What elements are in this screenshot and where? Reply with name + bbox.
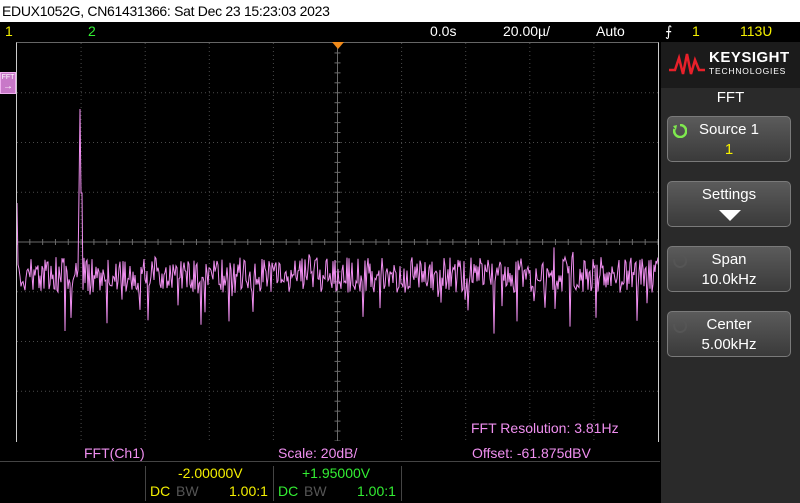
divider	[0, 461, 660, 462]
center-softkey[interactable]: Center 5.00kHz	[667, 311, 791, 357]
fft-offset-readout: Offset: -61.875dBV	[472, 445, 591, 461]
window-title: EDUX1052G, CN61431366: Sat Dec 23 15:23:…	[2, 3, 330, 19]
separator	[145, 466, 146, 501]
waveform-display[interactable]	[16, 42, 659, 442]
trigger-mode: Auto	[596, 23, 625, 39]
span-value: 10.0kHz	[701, 271, 757, 288]
brand-name: KEYSIGHT	[709, 49, 790, 66]
span-softkey[interactable]: Span 10.0kHz	[667, 246, 791, 292]
separator	[273, 466, 274, 501]
settings-softkey[interactable]: Settings	[667, 181, 791, 227]
ch2-coupling: DC	[278, 483, 299, 499]
fft-source-readout[interactable]: FFT(Ch1)	[84, 445, 145, 461]
fft-marker-label: FFT	[1, 74, 15, 81]
fft-resolution: FFT Resolution: 3.81Hz	[471, 420, 619, 436]
settings-label: Settings	[701, 186, 757, 203]
title-bar: EDUX1052G, CN61431366: Sat Dec 23 15:23:…	[0, 0, 800, 22]
trigger-position-icon	[332, 42, 344, 49]
source-softkey[interactable]: Source 1 1	[667, 116, 791, 162]
ch1-probe: 1.00:1	[229, 483, 268, 499]
horizontal-delay: 0.0s	[430, 23, 457, 39]
channel-info: -2.00000V +1.95000V DC BW 1.00:1 DC BW 1…	[0, 463, 660, 503]
brand-sub: TECHNOLOGIES	[709, 66, 787, 76]
ch1-coupling: DC	[150, 483, 171, 499]
ch1-offset: -2.00000V	[178, 465, 243, 481]
ch2-offset: +1.95000V	[302, 465, 371, 481]
ch2-bw-limit: BW	[304, 483, 327, 499]
center-label: Center	[706, 316, 752, 333]
fft-marker-arrow: →	[3, 81, 13, 92]
ch1-bw-limit: BW	[176, 483, 199, 499]
separator	[401, 466, 402, 501]
fft-scale-readout: Scale: 20dB/	[278, 445, 358, 461]
span-label: Span	[711, 251, 747, 268]
keysight-logo: KEYSIGHT TECHNOLOGIES	[661, 42, 800, 88]
ch2-probe: 1.00:1	[357, 483, 396, 499]
trigger-level: 113Ʋ	[740, 23, 773, 39]
fft-marker: FFT →	[0, 72, 16, 94]
channel-1-indicator[interactable]: 1	[5, 22, 13, 41]
graticule	[17, 43, 658, 441]
source-value: 1	[724, 141, 734, 158]
menu-title: FFT	[716, 89, 745, 106]
center-value: 5.00kHz	[701, 336, 757, 353]
trigger-source: 1	[692, 23, 700, 39]
trigger-edge-icon: ⨍	[665, 23, 673, 39]
keysight-wave-icon	[669, 53, 705, 75]
softkey-panel: KEYSIGHT TECHNOLOGIES FFT Source 1 1 Set…	[661, 42, 800, 503]
status-bar: 1 2 0.0s 20.00µ/ Auto	[0, 22, 660, 41]
down-arrow-icon	[719, 210, 741, 221]
trigger-status: ⨍ 1 113Ʋ	[660, 22, 800, 41]
channel-2-indicator[interactable]: 2	[88, 22, 96, 41]
timebase-readout: 20.00µ/	[503, 23, 550, 39]
source-label: Source 1	[698, 121, 760, 138]
